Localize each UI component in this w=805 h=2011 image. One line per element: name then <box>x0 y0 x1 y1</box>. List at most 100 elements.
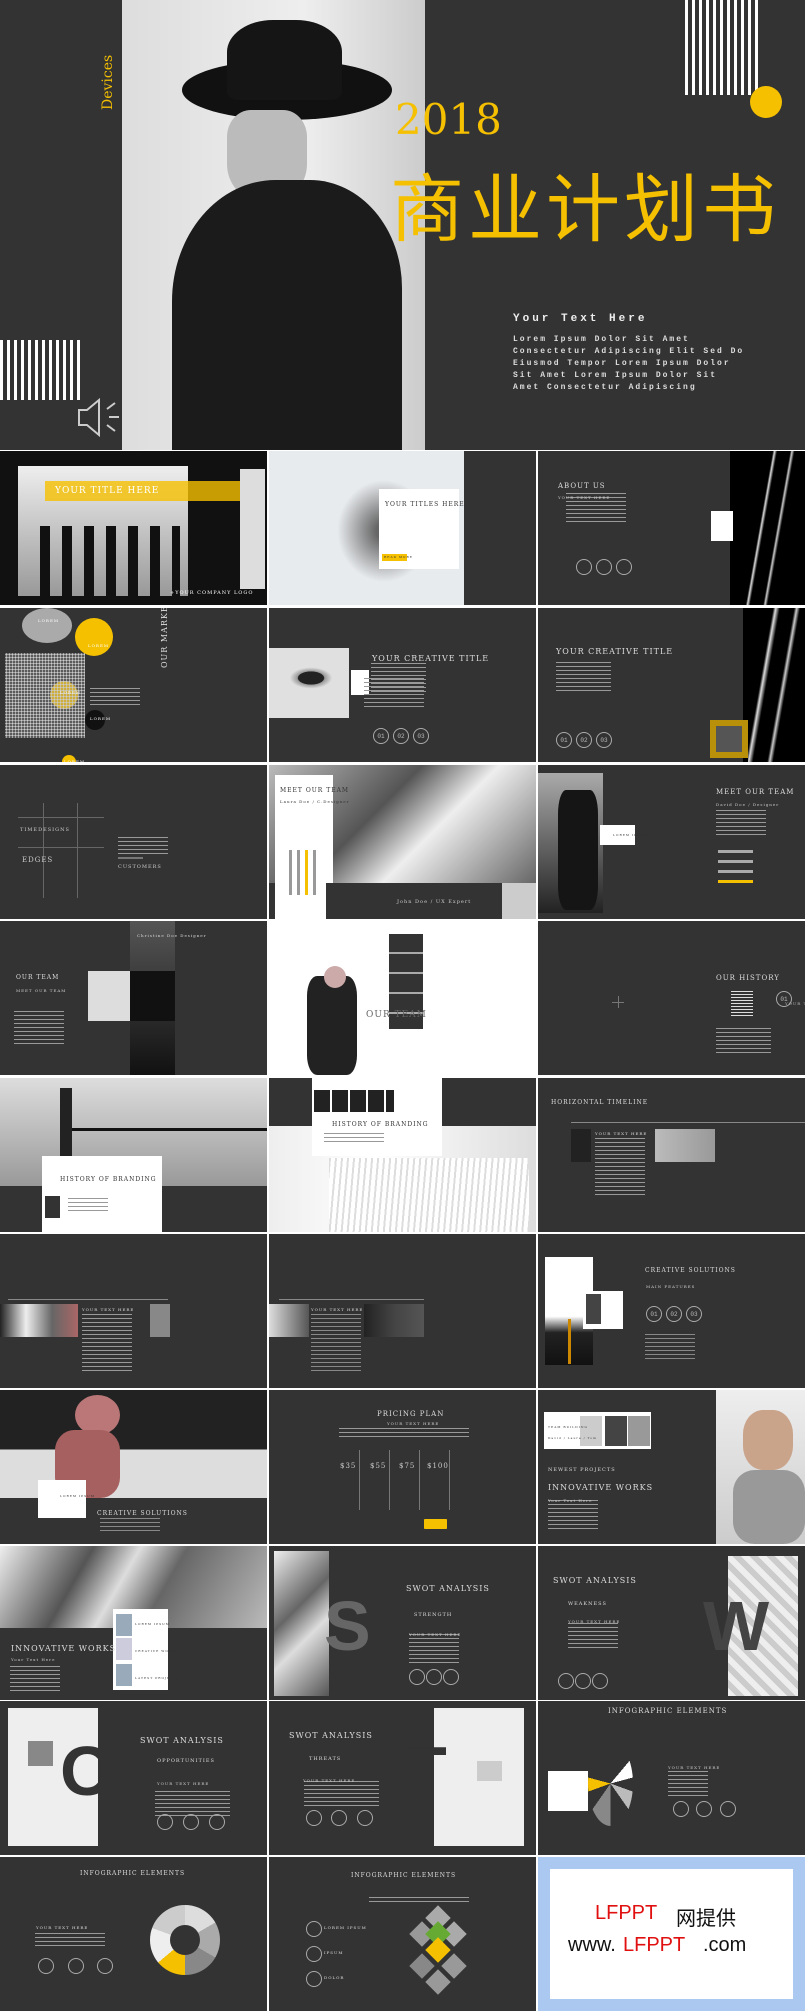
slide-thumbnail[interactable]: CREATIVE SOLUTIONS LOREM IPSUM <box>0 1390 267 1544</box>
slide-graphic <box>116 1638 132 1660</box>
slide-graphic <box>419 1450 420 1510</box>
slide-graphic <box>612 1002 624 1003</box>
slide-thumbnail[interactable]: SWOT ANALYSIS STRENGTH YOUR TEXT HERE S <box>269 1546 536 1700</box>
slide-title: SWOT ANALYSIS <box>289 1731 373 1740</box>
slide-graphic <box>297 850 300 895</box>
cover-slide[interactable]: Devices 2018 商业计划书 Your Text Here Lorem … <box>0 0 805 450</box>
slide-thumbnail[interactable]: ABOUT US YOUR TEXT HERE <box>538 451 805 605</box>
slide-thumbnail[interactable]: SWOT ANALYSIS WEAKNESS YOUR TEXT HERE W <box>538 1546 805 1700</box>
slide-thumbnail[interactable]: SWOT ANALYSIS OPPORTUNITIES YOUR TEXT HERE… <box>0 1701 267 1855</box>
slide-thumbnail[interactable]: YOUR CREATIVE TITLE 01 02 03 <box>538 608 805 762</box>
slide-title: CREATIVE SOLUTIONS <box>645 1267 736 1274</box>
body-text: Lorem Ipsum Dolor Sit Amet Consectetur Ad… <box>513 334 744 394</box>
slide-label: LOREM <box>88 643 109 648</box>
step-number: 01 <box>646 1306 662 1322</box>
speaker-icon[interactable] <box>75 395 130 440</box>
slide-thumbnail[interactable]: HISTORY OF BRANDING <box>269 1078 536 1232</box>
slide-label: LOREM <box>38 618 59 623</box>
slide-graphic <box>72 1128 267 1131</box>
slide-thumbnail[interactable]: OUR HISTORY01YOUR TEXT HERE <box>538 921 805 1075</box>
slide-thumbnail[interactable]: HISTORY OF BRANDING <box>0 1078 267 1232</box>
slide-thumbnail[interactable]: YOUR TITLE HERE +YOUR COMPANY LOGO <box>0 451 267 605</box>
icon-circle <box>592 1673 608 1689</box>
icon-circle <box>596 559 612 575</box>
slide-title: YOUR TITLE HERE <box>55 486 160 496</box>
icon-circle <box>357 1810 373 1826</box>
slide-label: MAIN FEATURES <box>646 1284 696 1289</box>
vertical-label: Devices <box>100 54 116 110</box>
slide-thumbnail[interactable]: OUR TEAM MEET OUR TEAM Christine Doe Desig… <box>0 921 267 1075</box>
slide-thumbnail[interactable]: CREATIVE SOLUTIONS MAIN FEATURES 01 02 03 <box>538 1234 805 1388</box>
slide-label: READ MORE <box>384 555 413 559</box>
slide-graphic <box>588 1741 633 1826</box>
slide-label: W <box>703 1587 771 1665</box>
slide-thumbnail[interactable]: MEET OUR TEAM David Doe / Designer LOREM I… <box>538 765 805 919</box>
slide-graphic <box>150 1304 170 1337</box>
slide-label: MEET OUR TEAM <box>16 988 67 993</box>
slide-title: INNOVATIVE WORKS <box>11 1644 117 1653</box>
icon-circle <box>38 1958 54 1974</box>
slide-label: LOREM IPSUM <box>613 833 648 837</box>
slide-label: .com <box>703 1934 747 1956</box>
slide-thumbnail[interactable]: NEWEST PROJECTS INNOVATIVE WORKS Your Text… <box>538 1390 805 1544</box>
slide-label: YOUR TEXT HERE <box>387 1421 440 1426</box>
slide-label: TEAM BUILDING <box>548 1425 588 1429</box>
slide-thumbnail[interactable]: TIMEDESIGNS EDGES CUSTOMERS <box>0 765 267 919</box>
slide-graphic <box>45 1196 60 1218</box>
slide-thumbnail[interactable]: YOUR TEXT HERE <box>0 1234 267 1388</box>
slide-graphic <box>314 1090 394 1112</box>
slide-label: Christine Doe Designer <box>137 933 207 938</box>
slide-thumbnail[interactable]: INNOVATIVE WORKS Your Text Here LOREM IPSU… <box>0 1546 267 1700</box>
slide-thumbnail[interactable]: YOUR TITLES HERE READ MORE <box>269 451 536 605</box>
slide-label: LATEST PROJECTS <box>135 1676 180 1680</box>
step-number: 02 <box>393 728 409 744</box>
slide-thumbnail[interactable]: INFOGRAPHIC ELEMENTS YOUR TEXT HERE <box>0 1857 267 2011</box>
slide-label: YOUR TEXT HERE <box>157 1781 210 1786</box>
slide-graphic <box>68 1198 108 1213</box>
slide-thumbnail[interactable]: INFOGRAPHIC ELEMENTS LOREM IPSUM IPSUM DOLO… <box>269 1857 536 2011</box>
slide-thumbnail[interactable]: OUR MARKET LOREM LOREM LOREM LOREM LOREM <box>0 608 267 762</box>
slide-title: SWOT ANALYSIS <box>406 1584 490 1593</box>
slide-graphic <box>369 1897 469 1905</box>
coat-shape <box>172 180 402 450</box>
slide-title: NEWEST PROJECTS <box>548 1467 616 1473</box>
slide-label: Laura Doe / C.Designer <box>280 799 350 804</box>
slide-graphic <box>449 1450 450 1510</box>
slide-graphic <box>568 1319 571 1364</box>
slide-graphic <box>655 1129 715 1162</box>
body-line: Consectetur Adipiscing Elit Sed Do <box>513 347 745 356</box>
slide-graphic <box>571 1122 805 1123</box>
body-line: Lorem Ipsum Dolor Sit Amet <box>513 335 690 344</box>
slide-title: YOUR TITLES HERE <box>385 501 465 508</box>
slide-label: John Doe / UX Expert <box>397 899 472 905</box>
slide-thumbnail[interactable]: SWOT ANALYSIS THREATS YOUR TEXT HERE T <box>269 1701 536 1855</box>
slide-label: THREATS <box>309 1756 342 1762</box>
slide-thumbnail[interactable]: OUR TEAM <box>269 921 536 1075</box>
slide-label: YOUR TEXT HERE <box>409 1632 462 1637</box>
slide-label: YOUR TEXT HERE <box>595 1131 648 1136</box>
icon-circle <box>209 1814 225 1830</box>
slide-thumbnail[interactable]: INFOGRAPHIC ELEMENTS YOUR TEXT HERE <box>538 1701 805 1855</box>
slide-label: LOREM IPSUM <box>324 1925 367 1930</box>
slide-graphic <box>75 1395 120 1435</box>
slide-graphic <box>269 1304 309 1337</box>
slide-label: LOREM <box>60 690 81 695</box>
slide-graphic <box>324 966 346 988</box>
slide-label: CUSTOMERS <box>118 864 162 870</box>
slide-graphic <box>28 1741 53 1766</box>
slide-thumbnail[interactable]: MEET OUR TEAM Laura Doe / C.Designer John … <box>269 765 536 919</box>
slide-thumbnail[interactable]: PRICING PLAN YOUR TEXT HERE $35 $55 $75 $100 <box>269 1390 536 1544</box>
slide-thumbnail[interactable]: LFPPT 网提供 www. LFPPT .com <box>538 1857 805 2011</box>
slide-graphic <box>18 817 104 818</box>
icon-circle <box>576 559 592 575</box>
slide-label: CREATIVE WORKS <box>135 1649 179 1653</box>
slide-label: WEAKNESS <box>568 1601 607 1607</box>
slide-thumbnail[interactable]: YOUR TEXT HERE <box>269 1234 536 1388</box>
slide-graphic <box>329 1158 529 1232</box>
icon-circle <box>575 1673 591 1689</box>
slide-graphic <box>556 662 611 692</box>
slide-title: MEET OUR TEAM <box>280 787 350 794</box>
slide-label: IPSUM <box>324 1950 344 1955</box>
slide-thumbnail[interactable]: YOUR CREATIVE TITLE 01 02 03 <box>269 608 536 762</box>
slide-thumbnail[interactable]: HORIZONTAL TIMELINE YOUR TEXT HERE <box>538 1078 805 1232</box>
